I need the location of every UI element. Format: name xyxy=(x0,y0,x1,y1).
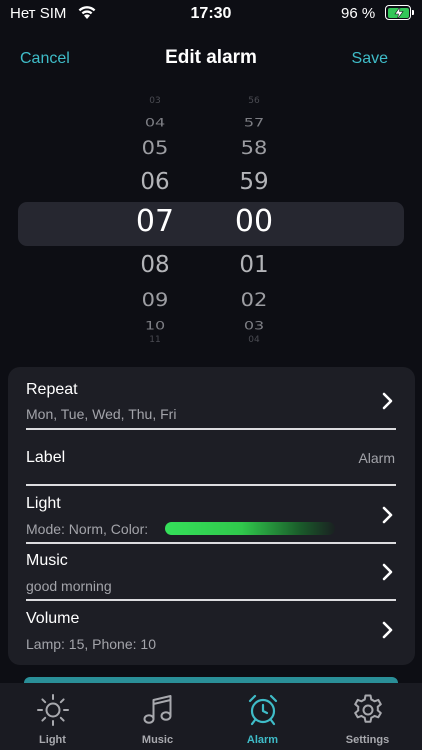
minute-option[interactable]: 03 xyxy=(214,319,294,333)
hour-wheel[interactable]: 03 04 05 06 07 08 09 10 11 xyxy=(115,96,195,345)
chevron-right-icon xyxy=(382,621,393,639)
hour-option[interactable]: 04 xyxy=(115,116,195,130)
label-value: Alarm xyxy=(358,450,395,466)
hour-option[interactable]: 11 xyxy=(115,335,195,345)
minute-option[interactable]: 04 xyxy=(214,335,294,345)
alarm-clock-icon xyxy=(248,694,278,726)
volume-title: Volume xyxy=(26,610,80,627)
sun-icon xyxy=(37,694,69,726)
time-picker[interactable]: 03 04 05 06 07 08 09 10 11 56 57 58 59 0… xyxy=(0,96,422,345)
hour-option[interactable]: 09 xyxy=(115,289,195,310)
tab-label: Alarm xyxy=(246,734,279,746)
music-row[interactable]: Music good morning xyxy=(8,544,415,600)
picker-selection-highlight xyxy=(18,202,404,246)
tab-settings[interactable]: Settings xyxy=(315,683,420,750)
minute-option[interactable]: 02 xyxy=(214,289,294,310)
tab-label: Music xyxy=(141,734,174,746)
hour-option[interactable]: 03 xyxy=(115,96,195,106)
minute-wheel[interactable]: 56 57 58 59 00 01 02 03 04 xyxy=(214,96,294,345)
chevron-right-icon xyxy=(382,563,393,581)
selected-hour[interactable]: 07 xyxy=(115,204,195,239)
light-mode: Mode: Norm, Color: xyxy=(26,521,149,537)
minute-option[interactable]: 01 xyxy=(214,252,294,278)
tab-bar: Light Music Alarm Settings xyxy=(0,683,422,750)
chevron-right-icon xyxy=(382,392,393,410)
music-note-icon xyxy=(143,695,172,724)
repeat-row[interactable]: Repeat Mon, Tue, Wed, Thu, Fri xyxy=(8,367,415,431)
edit-alarm-screen: Нет SIM 17:30 96 % Cancel Edit alarm Sav… xyxy=(0,0,422,750)
tab-label: Light xyxy=(39,734,66,746)
hour-option[interactable]: 10 xyxy=(115,319,195,333)
repeat-days: Mon, Tue, Wed, Thu, Fri xyxy=(26,406,177,422)
light-color-swatch xyxy=(165,522,335,535)
chevron-right-icon xyxy=(382,506,393,524)
charging-bolt-icon xyxy=(393,6,404,19)
hour-option[interactable]: 05 xyxy=(115,137,195,158)
hour-option[interactable]: 06 xyxy=(115,169,195,195)
gear-icon xyxy=(354,694,382,723)
light-title: Light xyxy=(26,495,61,512)
label-title: Label xyxy=(26,449,66,466)
selected-minute[interactable]: 00 xyxy=(214,204,294,239)
minute-option[interactable]: 57 xyxy=(214,116,294,130)
volume-levels: Lamp: 15, Phone: 10 xyxy=(26,636,156,652)
tab-music[interactable]: Music xyxy=(105,683,210,750)
minute-option[interactable]: 56 xyxy=(214,96,294,106)
hour-option[interactable]: 08 xyxy=(115,252,195,278)
save-button[interactable]: Save xyxy=(352,50,388,68)
repeat-title: Repeat xyxy=(26,381,78,398)
volume-row[interactable]: Volume Lamp: 15, Phone: 10 xyxy=(8,601,415,663)
tab-label: Settings xyxy=(345,734,390,746)
label-row[interactable]: Label Alarm xyxy=(8,430,415,486)
music-title: Music xyxy=(26,552,68,569)
battery-percent: 96 % xyxy=(341,5,376,22)
status-bar: Нет SIM 17:30 96 % xyxy=(0,0,422,30)
battery-tip xyxy=(412,10,414,15)
tab-light[interactable]: Light xyxy=(0,683,105,750)
alarm-settings-card: Repeat Mon, Tue, Wed, Thu, Fri Label Ala… xyxy=(8,367,415,665)
minute-option[interactable]: 58 xyxy=(214,137,294,158)
battery-icon xyxy=(385,5,411,20)
music-track: good morning xyxy=(26,578,112,594)
light-row[interactable]: Light Mode: Norm, Color: xyxy=(8,486,415,544)
minute-option[interactable]: 59 xyxy=(214,169,294,195)
tab-alarm[interactable]: Alarm xyxy=(210,683,315,750)
